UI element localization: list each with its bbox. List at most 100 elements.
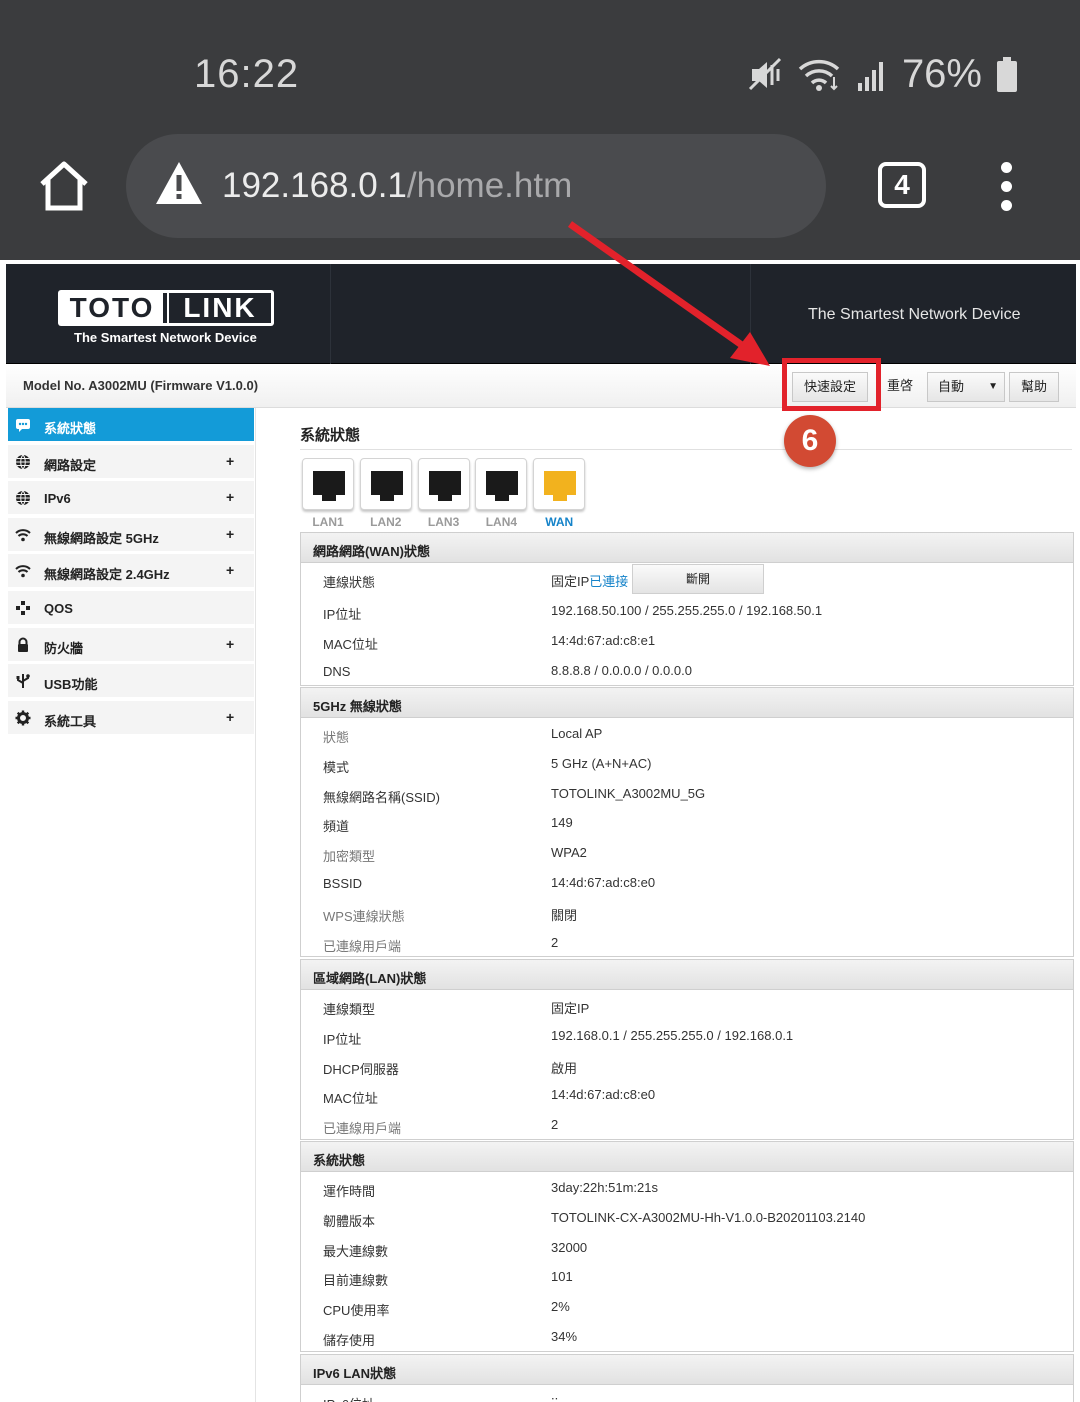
sidebar-item[interactable]: QOS [8, 591, 254, 625]
sidebar-item-label: USB功能 [44, 677, 98, 693]
section-title: 區域網路(LAN)狀態 [301, 960, 1073, 990]
sidebar-item-label: 系統工具 [44, 713, 97, 729]
table-row: IP位址 192.168.50.100 / 255.255.255.0 / 192… [301, 595, 1073, 625]
home-icon[interactable] [36, 158, 92, 214]
table-row: 無線網路名稱(SSID) TOTOLINK_A3002MU_5G [301, 778, 1073, 808]
row-value: TOTOLINK_A3002MU_5G [551, 785, 706, 801]
menu-icon[interactable] [996, 162, 1016, 211]
expand-plus-icon[interactable]: + [226, 453, 234, 469]
table-row: 運作時間 3day:22h:51m:21s [301, 1172, 1073, 1202]
table-row: 加密類型 WPA2 [301, 837, 1073, 867]
tabs-button[interactable]: 4 [878, 162, 926, 208]
sidebar-item[interactable]: 無線網路設定 5GHz + [8, 517, 254, 552]
table-row: 模式 5 GHz (A+N+AC) [301, 748, 1073, 778]
wan-conn-status[interactable]: 已連接 [589, 574, 628, 589]
signal-icon [857, 61, 883, 91]
annotation-highlight-box [782, 358, 881, 411]
table-row: CPU使用率 2% [301, 1291, 1073, 1321]
reboot-button[interactable]: 重啓 [880, 372, 920, 402]
sidebar-item[interactable]: 網路設定 + [8, 444, 254, 479]
battery-level: 76% [901, 52, 982, 96]
row-value: 192.168.50.100 / 255.255.255.0 / 192.168… [551, 603, 823, 618]
sidebar-item[interactable]: 系統狀態 [8, 408, 254, 442]
sidebar-item[interactable]: IPv6 + [8, 481, 254, 516]
row-key: DHCP伺服器 [323, 1061, 399, 1077]
brand-header: TOTO LINK The Smartest Network Device Th… [6, 264, 1076, 364]
port-label: WAN [545, 515, 574, 529]
sidebar-item[interactable]: USB功能 [8, 664, 254, 699]
table-row: MAC位址 14:4d:67:ad:c8:e1 [301, 625, 1073, 655]
globe-icon [15, 490, 31, 506]
row-key: 運作時間 [323, 1184, 376, 1199]
wan-conn-type: 固定IP [551, 574, 590, 589]
row-value: 5 GHz (A+N+AC) [551, 755, 652, 771]
sidebar-item-label: 網路設定 [44, 457, 97, 473]
browser-toolbar: 192.168.0.1/home.htm 4 [0, 130, 1080, 260]
table-row: 連線類型 固定IP [301, 990, 1073, 1020]
main-content: 系統狀態 LAN1 LAN2 LAN3 LAN4 WAN 網路網路(WAN)狀態 連線狀… [300, 408, 1074, 1402]
disconnect-button[interactable]: 斷開 [632, 564, 764, 594]
expand-plus-icon[interactable]: + [226, 709, 234, 725]
ethernet-port-icon [475, 458, 528, 510]
row-value: 32000 [551, 1239, 588, 1255]
ethernet-port-icon [533, 458, 586, 510]
port-indicator: LAN2 [359, 458, 412, 529]
port-indicator: LAN4 [475, 458, 528, 529]
sidebar-item-label: 無線網路設定 2.4GHz [44, 567, 170, 583]
row-value: 101 [551, 1269, 573, 1285]
sidebar-item[interactable]: 系統工具 + [8, 700, 254, 735]
table-row: 已連線用戶端 2 [301, 1109, 1073, 1139]
section-title: IPv6 LAN狀態 [301, 1355, 1073, 1385]
expand-plus-icon[interactable]: + [226, 526, 234, 542]
sidebar-item[interactable]: 防火牆 + [8, 627, 254, 662]
expand-plus-icon[interactable]: + [226, 489, 234, 505]
router-page: TOTO LINK The Smartest Network Device Th… [6, 264, 1076, 1402]
table-row: 已連線用戶端 2 [301, 927, 1073, 957]
row-key: 最大連線數 [323, 1243, 389, 1259]
expand-plus-icon[interactable]: + [226, 636, 234, 652]
sidebar-item[interactable]: 無線網路設定 2.4GHz + [8, 554, 254, 589]
row-key: 無線網路名稱(SSID) [323, 789, 441, 805]
section-title: 網路網路(WAN)狀態 [301, 533, 1073, 563]
row-key: WPS連線狀態 [323, 908, 405, 924]
globe-icon [15, 454, 31, 470]
help-button[interactable]: 幫助 [1009, 372, 1059, 402]
language-select[interactable]: 自動 ▼ [927, 372, 1005, 402]
gear-icon [15, 710, 31, 726]
wifi-icon [15, 527, 31, 543]
annotation-arrow [567, 221, 770, 366]
lan-status-section: 區域網路(LAN)狀態 連線類型 固定IP IP位址 192.168.0.1 / 25… [300, 959, 1074, 1140]
model-number: Model No. A3002MU (Firmware V1.0.0) [23, 378, 259, 393]
ethernet-port-icon [359, 458, 412, 510]
table-row: IP位址 192.168.0.1 / 255.255.255.0 / 192.16… [301, 1020, 1073, 1050]
row-value: 關閉 [551, 907, 578, 923]
status-time: 16:22 [194, 52, 300, 96]
model-bar: Model No. A3002MU (Firmware V1.0.0) 快速設定… [6, 364, 1076, 408]
row-key: 連線狀態 [323, 575, 376, 590]
row-key: MAC位址 [323, 637, 378, 652]
row-value: TOTOLINK-CX-A3002MU-Hh-V1.0.0-B20201103.… [551, 1209, 866, 1225]
wifi-icon [15, 563, 31, 579]
port-label: LAN3 [427, 515, 460, 529]
wifi-icon [798, 59, 840, 91]
table-row: 頻道 149 [301, 807, 1073, 837]
warning-icon[interactable] [154, 160, 204, 206]
expand-plus-icon[interactable]: + [226, 562, 234, 578]
ethernet-port-icon [302, 458, 354, 510]
row-value: :: [551, 1393, 559, 1402]
row-key: IP位址 [323, 607, 362, 622]
table-row: 韌體版本 TOTOLINK-CX-A3002MU-Hh-V1.0.0-B20201… [301, 1202, 1073, 1232]
url-text[interactable]: 192.168.0.1/home.htm [222, 166, 572, 206]
row-key: 模式 [323, 759, 350, 775]
row-value: 3day:22h:51m:21s [551, 1180, 658, 1195]
row-value: 啟用 [551, 1060, 578, 1076]
mute-vibrate-icon [748, 57, 781, 90]
row-key: 頻道 [323, 819, 350, 835]
table-row: IPv6位址:: [301, 1385, 1073, 1402]
table-row: 狀態 Local AP [301, 718, 1073, 748]
language-value: 自動 [938, 379, 965, 394]
table-row: BSSID 14:4d:67:ad:c8:e0 [301, 867, 1073, 897]
android-status-bar: 16:22 76% [0, 0, 1080, 130]
wifi5-status-section: 5GHz 無線狀態 狀態 Local AP 模式 5 GHz (A+N+AC) 無線網路… [300, 687, 1074, 958]
row-key: MAC位址 [323, 1091, 378, 1107]
